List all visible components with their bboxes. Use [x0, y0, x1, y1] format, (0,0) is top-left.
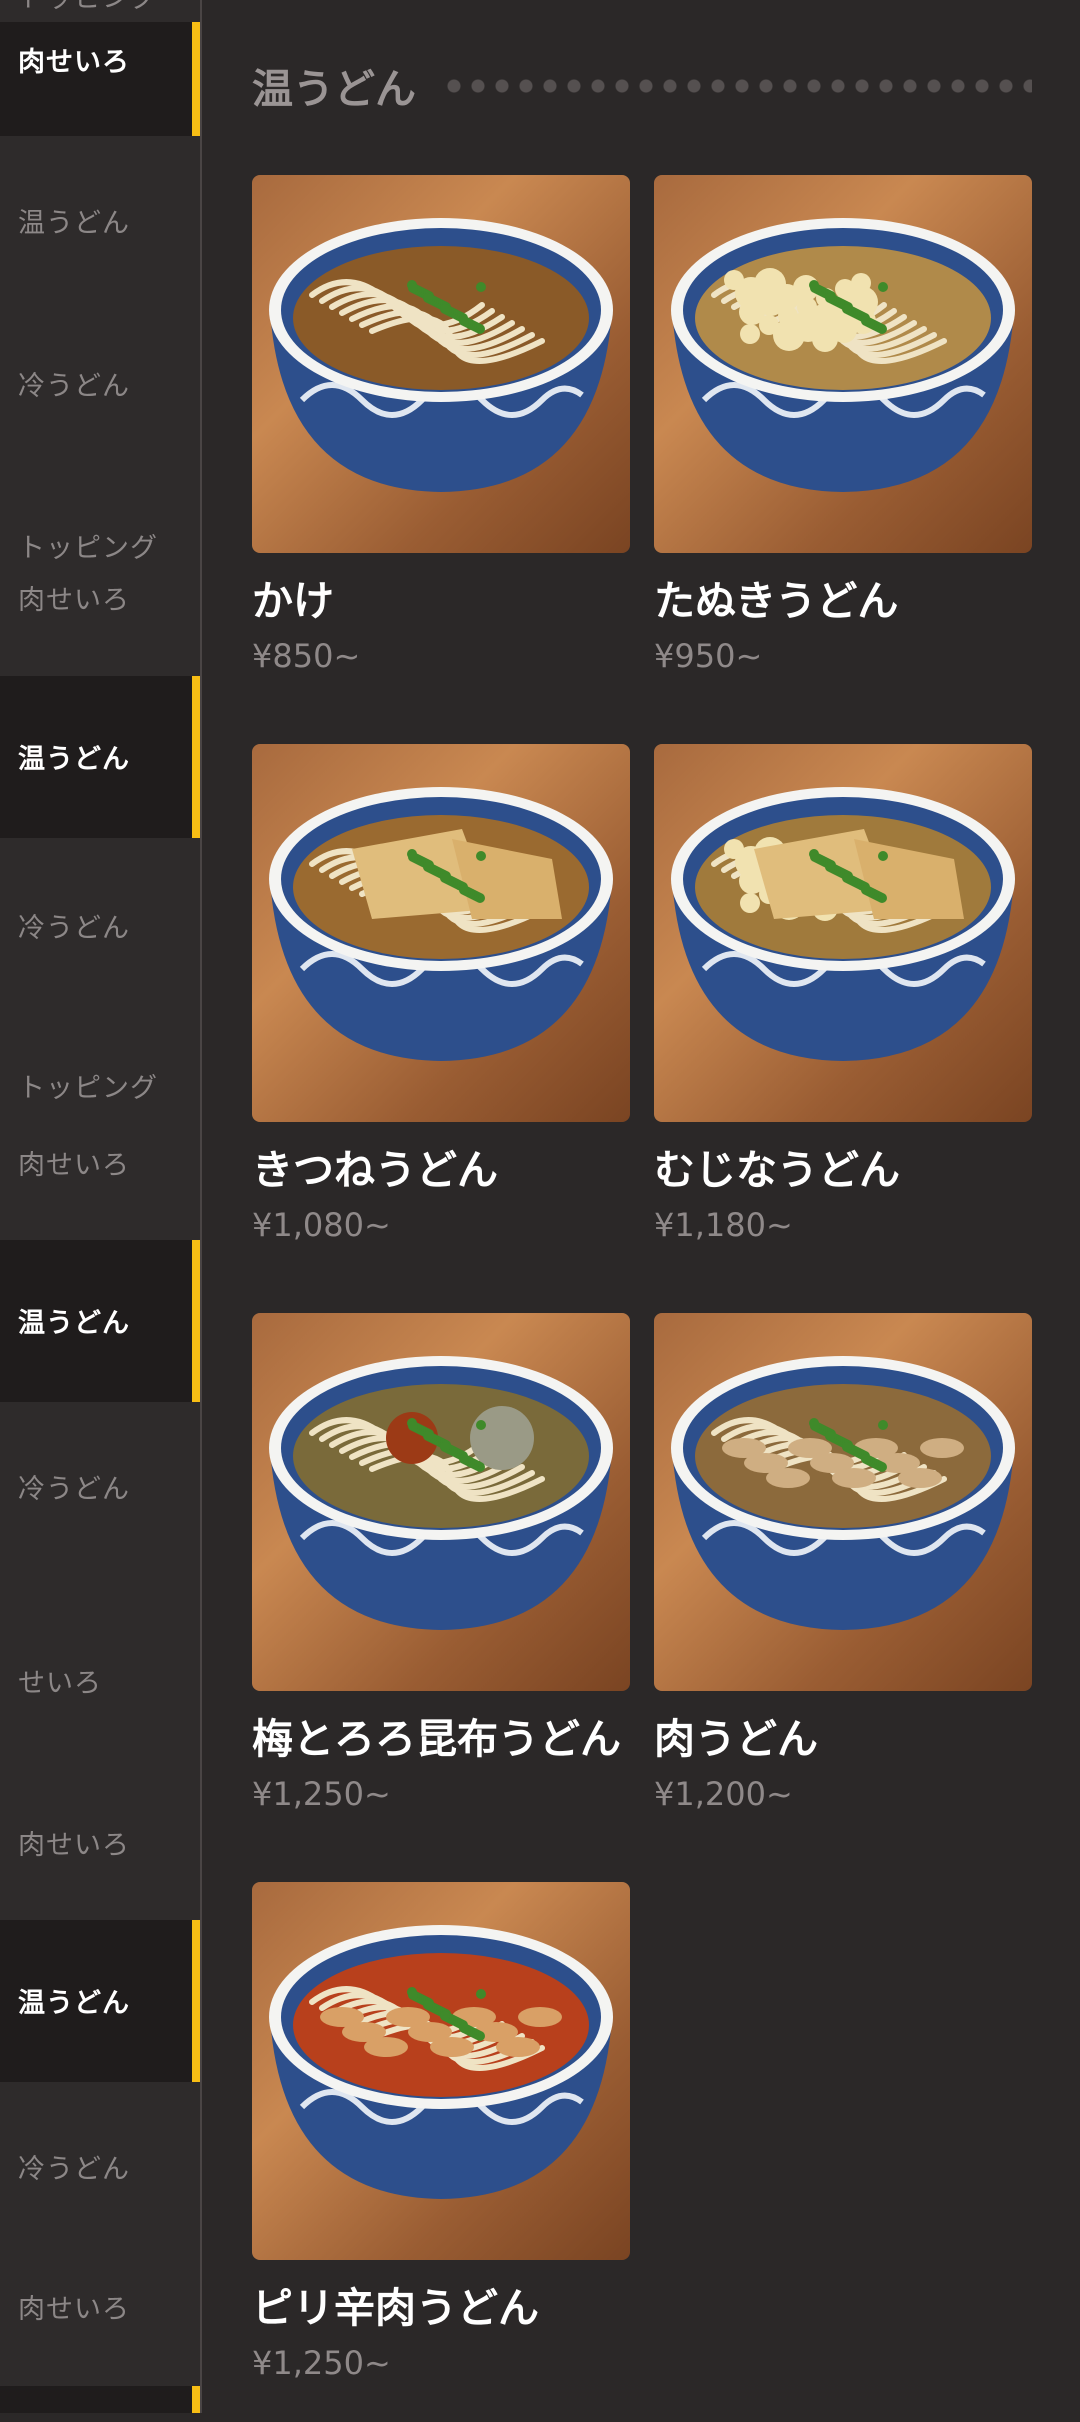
menu-item-photo	[252, 1882, 630, 2260]
udon-bowl-icon	[671, 787, 1015, 1061]
sidebar-item-cold-udon[interactable]: 冷うどん	[0, 343, 200, 423]
sidebar-item-niku-seiro[interactable]: 肉せいろ	[0, 2266, 200, 2346]
udon-bowl-icon	[269, 1925, 613, 2199]
udon-bowl-icon	[671, 1356, 1015, 1630]
sidebar-item-cold-udon[interactable]: 冷うどん	[0, 885, 200, 965]
sidebar-item-niku-seiro[interactable]: 肉せいろ	[0, 557, 200, 637]
menu-item-photo	[654, 175, 1032, 553]
menu-item-price: ¥1,250~	[252, 2344, 391, 2382]
sidebar-item-label: 肉せいろ	[18, 47, 130, 78]
sidebar-item-hot-udon[interactable]: 温うどん	[0, 1920, 200, 2082]
menu-item-price: ¥1,180~	[654, 1206, 793, 1244]
menu-item-name: かけ	[252, 577, 334, 625]
sidebar-item-hot-udon[interactable]: 温うどん	[0, 1240, 200, 1402]
sidebar-item-hot-udon[interactable]: 温うどん	[0, 676, 200, 838]
sidebar-item-seiro[interactable]: せいろ	[0, 1640, 200, 1720]
section-header: 温うどん	[252, 55, 1080, 115]
sidebar-item-niku-seiro[interactable]: 肉せいろ	[0, 1802, 200, 1882]
sidebar-item-niku-seiro[interactable]: 肉せいろ	[0, 1122, 200, 1202]
menu-item-name: 梅とろろ昆布うどん	[252, 1715, 621, 1763]
menu-item-name: むじなうどん	[654, 1146, 900, 1194]
menu-item-price: ¥850~	[252, 637, 361, 675]
sidebar-item-label: 温うどん	[18, 208, 130, 239]
menu-item-photo	[654, 744, 1032, 1122]
menu-item-price: ¥950~	[654, 637, 763, 675]
menu-item-name: たぬきうどん	[654, 577, 899, 625]
menu-item-price: ¥1,080~	[252, 1206, 391, 1244]
sidebar-item-hot-udon[interactable]: 温うどん	[0, 180, 200, 260]
sidebar-item-cold-udon[interactable]: 冷うどん	[0, 1446, 200, 1526]
menu-item-card[interactable]: 肉うどん ¥1,200~	[654, 1313, 1032, 1853]
sidebar-item-label: 冷うどん	[18, 913, 130, 944]
menu-item-card[interactable]: たぬきうどん ¥950~	[654, 175, 1032, 715]
section-title: 温うどん	[252, 65, 416, 113]
udon-bowl-icon	[269, 1356, 613, 1630]
udon-bowl-icon	[269, 218, 613, 492]
sidebar-item-label: トッピング	[18, 0, 158, 15]
sidebar-item-label: 冷うどん	[18, 1474, 130, 1505]
sidebar-item-next[interactable]	[0, 2386, 200, 2413]
sidebar-item-cold-udon[interactable]: 冷うどん	[0, 2126, 200, 2206]
sidebar-item-label: 肉せいろ	[18, 585, 130, 616]
menu-item-card[interactable]: 梅とろろ昆布うどん ¥1,250~	[252, 1313, 630, 1853]
menu-item-photo	[654, 1313, 1032, 1691]
sidebar-item-label: せいろ	[18, 1668, 102, 1699]
menu-item-card[interactable]: きつねうどん ¥1,080~	[252, 744, 630, 1284]
menu-item-photo	[252, 744, 630, 1122]
sidebar-item-topping[interactable]: トッピング	[0, 0, 200, 14]
menu-content: 温うどん かけ ¥850~ たぬきうどん ¥950~ きつねうどん ¥1,080…	[202, 0, 1080, 2413]
menu-item-name: 肉うどん	[654, 1715, 818, 1763]
menu-item-card[interactable]: ピリ辛肉うどん ¥1,250~	[252, 1882, 630, 2422]
menu-item-price: ¥1,200~	[654, 1775, 793, 1813]
menu-item-card[interactable]: むじなうどん ¥1,180~	[654, 744, 1032, 1284]
menu-item-name: ピリ辛肉うどん	[252, 2284, 539, 2332]
sidebar-item-label: 温うどん	[18, 744, 130, 775]
category-sidebar: トッピング 肉せいろ 温うどん 冷うどん トッピング 肉せいろ 温うどん 冷うど…	[0, 0, 202, 2413]
udon-bowl-icon	[671, 218, 1015, 492]
sidebar-item-label: 肉せいろ	[18, 1150, 130, 1181]
sidebar-item-label: 肉せいろ	[18, 1830, 130, 1861]
sidebar-item-label: 温うどん	[18, 1988, 130, 2019]
dotted-divider	[442, 79, 1032, 93]
menu-item-name: きつねうどん	[252, 1146, 498, 1194]
sidebar-item-label: トッピング	[18, 1073, 158, 1104]
menu-item-price: ¥1,250~	[252, 1775, 391, 1813]
menu-item-card[interactable]: かけ ¥850~	[252, 175, 630, 715]
sidebar-item-topping[interactable]: トッピング	[0, 1045, 200, 1125]
menu-item-photo	[252, 175, 630, 553]
menu-item-photo	[252, 1313, 630, 1691]
sidebar-item-label: 温うどん	[18, 1308, 130, 1339]
sidebar-item-label: 冷うどん	[18, 2154, 130, 2185]
udon-bowl-icon	[269, 787, 613, 1061]
sidebar-item-niku-seiro[interactable]: 肉せいろ	[0, 22, 200, 136]
sidebar-item-label: 冷うどん	[18, 371, 130, 402]
sidebar-item-label: 肉せいろ	[18, 2294, 130, 2325]
